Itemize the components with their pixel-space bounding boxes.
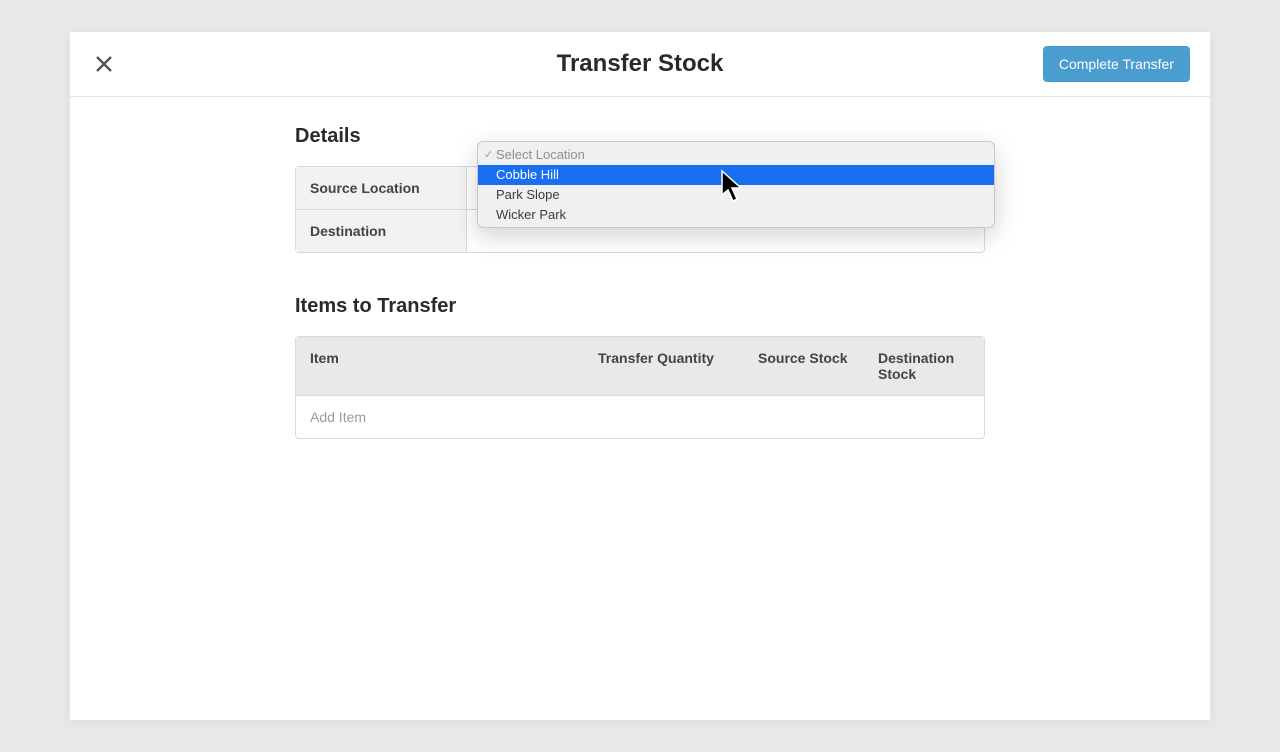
column-item: Item xyxy=(296,337,584,395)
items-table-header: Item Transfer Quantity Source Stock Dest… xyxy=(296,337,984,396)
items-table: Item Transfer Quantity Source Stock Dest… xyxy=(295,336,985,439)
dropdown-placeholder[interactable]: ✓ Select Location xyxy=(478,142,994,165)
column-destination-stock: Destination Stock xyxy=(864,337,984,395)
dropdown-option-park-slope[interactable]: Park Slope xyxy=(478,185,994,205)
complete-transfer-button[interactable]: Complete Transfer xyxy=(1043,46,1190,82)
modal-header: Transfer Stock Complete Transfer xyxy=(70,32,1210,97)
dropdown-option-cobble-hill[interactable]: Cobble Hill xyxy=(478,165,994,185)
transfer-stock-modal: Transfer Stock Complete Transfer Details… xyxy=(70,32,1210,720)
dropdown-option-wicker-park[interactable]: Wicker Park xyxy=(478,205,994,228)
check-icon: ✓ xyxy=(484,148,493,161)
source-location-label: Source Location xyxy=(296,167,467,209)
page-title: Transfer Stock xyxy=(557,50,724,78)
column-source-stock: Source Stock xyxy=(744,337,864,395)
close-icon[interactable] xyxy=(90,50,118,78)
modal-content: Details Source Location Destination ✓ Se… xyxy=(295,97,985,439)
items-table-body[interactable]: Add Item xyxy=(296,396,984,438)
destination-label: Destination xyxy=(296,210,467,252)
location-dropdown[interactable]: ✓ Select Location Cobble Hill Park Slope… xyxy=(477,141,995,228)
items-section-title: Items to Transfer xyxy=(295,295,985,318)
add-item-input[interactable]: Add Item xyxy=(310,409,970,425)
dropdown-placeholder-text: Select Location xyxy=(496,147,585,162)
column-transfer-quantity: Transfer Quantity xyxy=(584,337,744,395)
